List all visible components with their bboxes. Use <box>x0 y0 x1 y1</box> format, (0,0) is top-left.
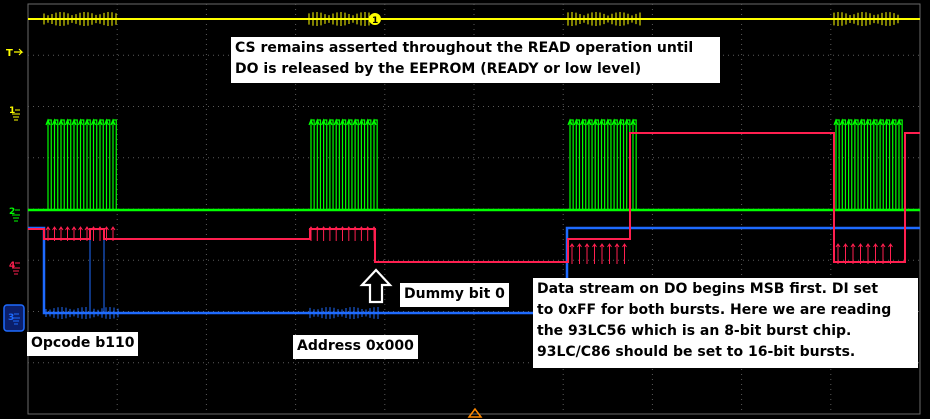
data-stream-line-2: to 0xFF for both bursts. Here we are rea… <box>537 302 892 318</box>
trigger-position-label: 1 <box>372 16 378 26</box>
opcode-label: Opcode b110 <box>27 332 139 356</box>
cs-annotation: CS remains asserted throughout the READ … <box>231 37 720 83</box>
ch4-marker-label: 4 <box>9 261 15 271</box>
data-stream-line-1: Data stream on DO begins MSB first. DI s… <box>537 281 879 297</box>
ch3-ground-marker[interactable]: 3 <box>3 304 25 332</box>
cs-annotation-line-2: DO is released by the EEPROM (READY or l… <box>235 61 642 77</box>
data-stream-annotation: Data stream on DO begins MSB first. DI s… <box>533 278 918 368</box>
trigger-marker-label: T <box>6 48 13 59</box>
cs-annotation-line-1: CS remains asserted throughout the READ … <box>235 40 694 56</box>
data-stream-line-3: the 93LC56 which is an 8-bit burst chip. <box>537 323 852 339</box>
data-stream-line-4: 93LC/C86 should be set to 16-bit bursts. <box>537 344 856 360</box>
address-label: Address 0x000 <box>293 335 418 359</box>
dummy-bit-label: Dummy bit 0 <box>400 283 509 307</box>
